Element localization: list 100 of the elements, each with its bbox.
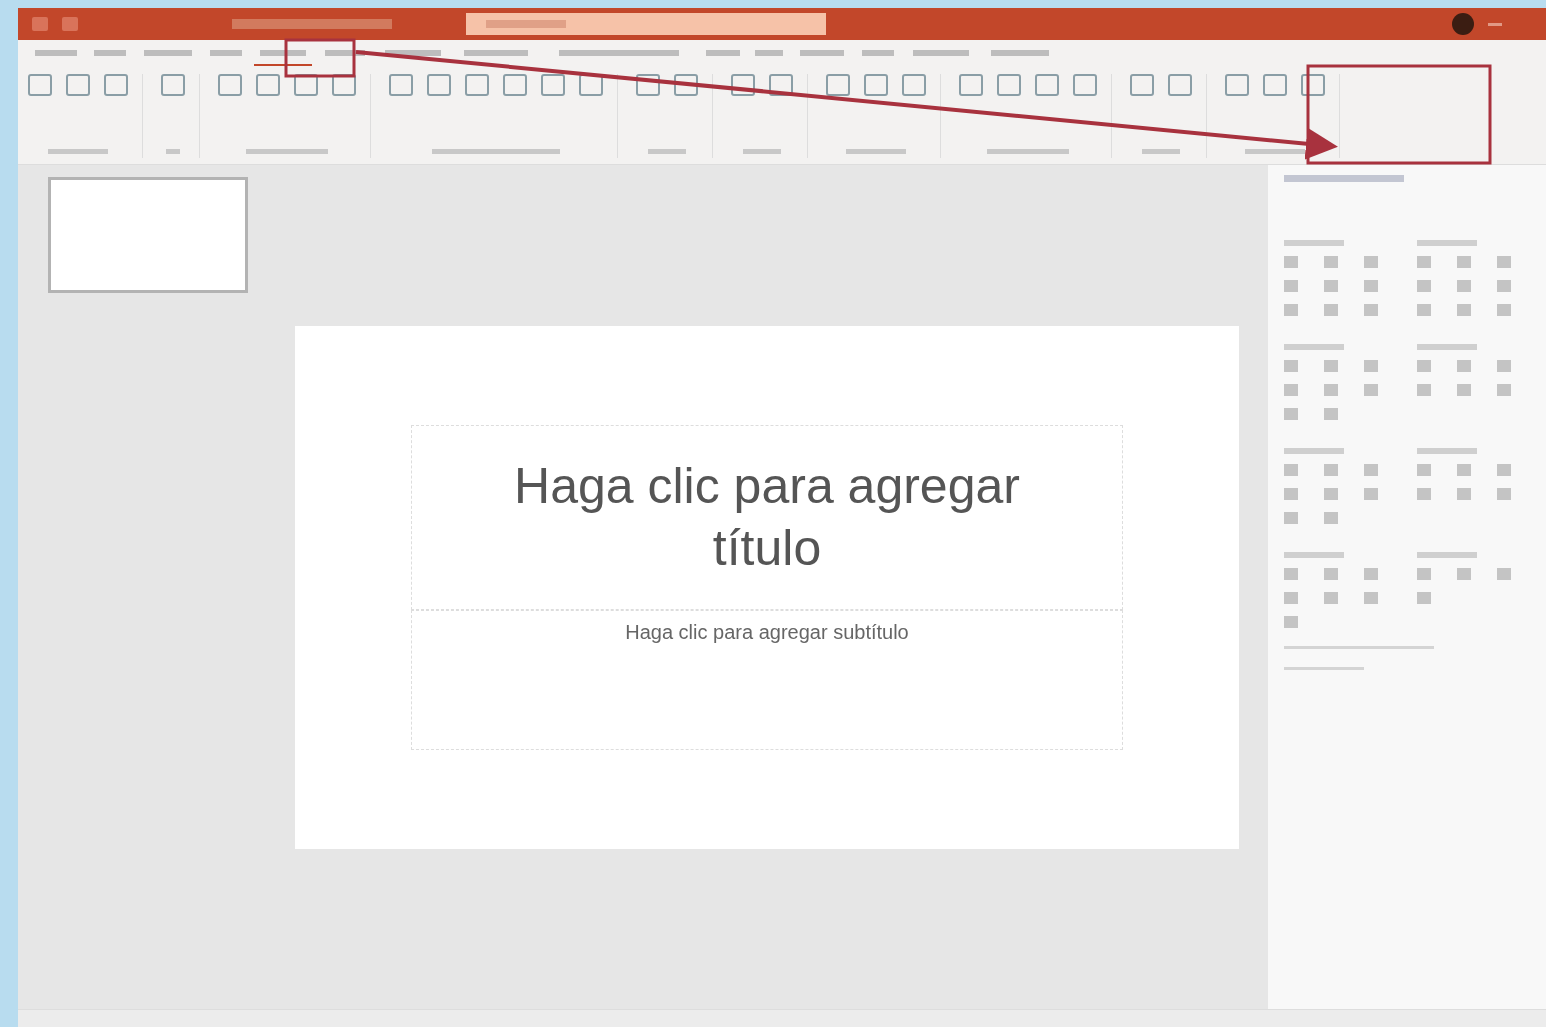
format-icon[interactable]	[1497, 304, 1511, 316]
format-icon[interactable]	[1417, 280, 1431, 292]
format-icon[interactable]	[1284, 616, 1298, 628]
format-icon[interactable]	[1457, 280, 1471, 292]
format-icon[interactable]	[1324, 568, 1338, 580]
format-icon[interactable]	[1364, 568, 1378, 580]
format-icon[interactable]	[1324, 304, 1338, 316]
format-icon[interactable]	[1497, 488, 1511, 500]
format-icon[interactable]	[1324, 408, 1338, 420]
user-icon[interactable]	[1452, 13, 1474, 35]
square-icon[interactable]	[66, 74, 90, 96]
format-icon[interactable]	[1284, 592, 1298, 604]
slider-track[interactable]	[1284, 667, 1364, 670]
format-icon[interactable]	[1497, 256, 1511, 268]
square-icon[interactable]	[579, 74, 603, 96]
slide-thumbnail[interactable]	[48, 177, 248, 293]
format-icon[interactable]	[1324, 512, 1338, 524]
format-icon[interactable]	[1364, 488, 1378, 500]
square-icon[interactable]	[959, 74, 983, 96]
format-icon[interactable]	[1417, 384, 1431, 396]
square-icon[interactable]	[465, 74, 489, 96]
square-icon[interactable]	[769, 74, 793, 96]
format-icon[interactable]	[1457, 304, 1471, 316]
format-icon[interactable]	[1497, 384, 1511, 396]
section-label-bar	[1417, 448, 1477, 454]
square-icon[interactable]	[427, 74, 451, 96]
format-icon[interactable]	[1364, 280, 1378, 292]
format-icon[interactable]	[1417, 488, 1431, 500]
square-icon[interactable]	[389, 74, 413, 96]
group-label-bar	[648, 149, 686, 154]
format-icon[interactable]	[1457, 256, 1471, 268]
format-icon[interactable]	[1284, 280, 1298, 292]
format-icon[interactable]	[1284, 512, 1298, 524]
format-icon[interactable]	[1417, 464, 1431, 476]
format-icon[interactable]	[1324, 280, 1338, 292]
format-icon[interactable]	[1417, 256, 1431, 268]
format-icon[interactable]	[1497, 280, 1511, 292]
square-icon[interactable]	[161, 74, 185, 96]
format-icon[interactable]	[1417, 568, 1431, 580]
square-icon[interactable]	[902, 74, 926, 96]
format-icon[interactable]	[1284, 384, 1298, 396]
square-icon[interactable]	[104, 74, 128, 96]
format-icon[interactable]	[1457, 464, 1471, 476]
format-icon[interactable]	[1417, 304, 1431, 316]
format-icon[interactable]	[1324, 256, 1338, 268]
square-icon[interactable]	[28, 74, 52, 96]
format-icon[interactable]	[1457, 568, 1471, 580]
format-icon[interactable]	[1284, 304, 1298, 316]
square-icon[interactable]	[332, 74, 356, 96]
search-field[interactable]	[466, 13, 826, 35]
format-icon[interactable]	[1364, 592, 1378, 604]
format-icon[interactable]	[1457, 360, 1471, 372]
format-icon[interactable]	[1417, 592, 1431, 604]
format-icon[interactable]	[1324, 488, 1338, 500]
square-icon[interactable]	[1301, 74, 1325, 96]
square-icon[interactable]	[674, 74, 698, 96]
format-icon[interactable]	[1284, 408, 1298, 420]
square-icon[interactable]	[541, 74, 565, 96]
square-icon[interactable]	[294, 74, 318, 96]
format-icon[interactable]	[1324, 464, 1338, 476]
format-icon[interactable]	[1497, 360, 1511, 372]
format-icon[interactable]	[1284, 464, 1298, 476]
square-icon[interactable]	[503, 74, 527, 96]
app-icon[interactable]	[32, 17, 48, 31]
square-icon[interactable]	[826, 74, 850, 96]
minimize-icon[interactable]	[1488, 22, 1502, 26]
subtitle-placeholder[interactable]: Haga clic para agregar subtítulo	[411, 609, 1123, 750]
square-icon[interactable]	[1035, 74, 1059, 96]
slider-track[interactable]	[1284, 646, 1434, 649]
format-icon[interactable]	[1284, 568, 1298, 580]
square-icon[interactable]	[1073, 74, 1097, 96]
square-icon[interactable]	[997, 74, 1021, 96]
format-icon[interactable]	[1324, 592, 1338, 604]
square-icon[interactable]	[1168, 74, 1192, 96]
format-icon[interactable]	[1364, 256, 1378, 268]
format-icon[interactable]	[1364, 304, 1378, 316]
save-icon[interactable]	[62, 17, 78, 31]
format-icon[interactable]	[1457, 488, 1471, 500]
title-text: Haga clic para agregar título	[513, 457, 1021, 578]
format-icon[interactable]	[1497, 464, 1511, 476]
format-icon[interactable]	[1364, 360, 1378, 372]
format-icon[interactable]	[1457, 384, 1471, 396]
square-icon[interactable]	[1263, 74, 1287, 96]
square-icon[interactable]	[1130, 74, 1154, 96]
format-icon[interactable]	[1364, 464, 1378, 476]
square-icon[interactable]	[636, 74, 660, 96]
format-icon[interactable]	[1364, 384, 1378, 396]
square-icon[interactable]	[864, 74, 888, 96]
square-icon[interactable]	[256, 74, 280, 96]
title-placeholder[interactable]: Haga clic para agregar título	[411, 424, 1123, 610]
format-icon[interactable]	[1284, 488, 1298, 500]
format-icon[interactable]	[1324, 384, 1338, 396]
format-icon[interactable]	[1284, 360, 1298, 372]
format-icon[interactable]	[1417, 360, 1431, 372]
square-icon[interactable]	[1225, 74, 1249, 96]
square-icon[interactable]	[731, 74, 755, 96]
square-icon[interactable]	[218, 74, 242, 96]
format-icon[interactable]	[1324, 360, 1338, 372]
format-icon[interactable]	[1284, 256, 1298, 268]
format-icon[interactable]	[1497, 568, 1511, 580]
